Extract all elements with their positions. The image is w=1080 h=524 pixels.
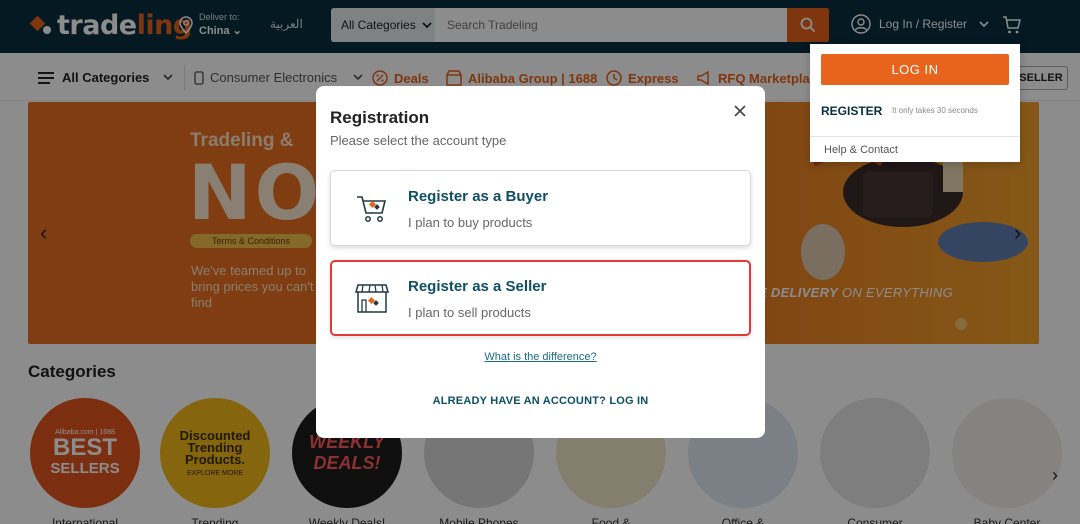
dropdown-register-link[interactable]: REGISTER (821, 104, 882, 118)
register-seller-option[interactable]: Register as a Seller I plan to sell prod… (330, 260, 751, 336)
login-dropdown: LOG IN REGISTER It only takes 30 seconds… (810, 44, 1020, 162)
dropdown-divider (810, 136, 1020, 137)
registration-modal: Registration Please select the account t… (316, 86, 765, 438)
dropdown-register-note: It only takes 30 seconds (892, 106, 978, 115)
dropdown-help-link[interactable]: Help & Contact (824, 144, 898, 156)
seller-option-title: Register as a Seller (408, 278, 547, 295)
register-buyer-option[interactable]: Register as a Buyer I plan to buy produc… (330, 170, 751, 246)
shopping-cart-icon (357, 196, 387, 222)
storefront-icon (355, 284, 389, 313)
difference-link[interactable]: What is the difference? (316, 351, 765, 363)
buyer-option-title: Register as a Buyer (408, 188, 549, 205)
seller-option-desc: I plan to sell products (408, 305, 531, 320)
dropdown-login-button[interactable]: LOG IN (821, 54, 1009, 85)
close-icon[interactable] (731, 102, 749, 120)
buyer-option-desc: I plan to buy products (408, 215, 533, 230)
modal-title: Registration (330, 108, 430, 127)
already-have-account-link[interactable]: ALREADY HAVE AN ACCOUNT? LOG IN (316, 395, 765, 407)
modal-subtitle: Please select the account type (330, 133, 507, 148)
